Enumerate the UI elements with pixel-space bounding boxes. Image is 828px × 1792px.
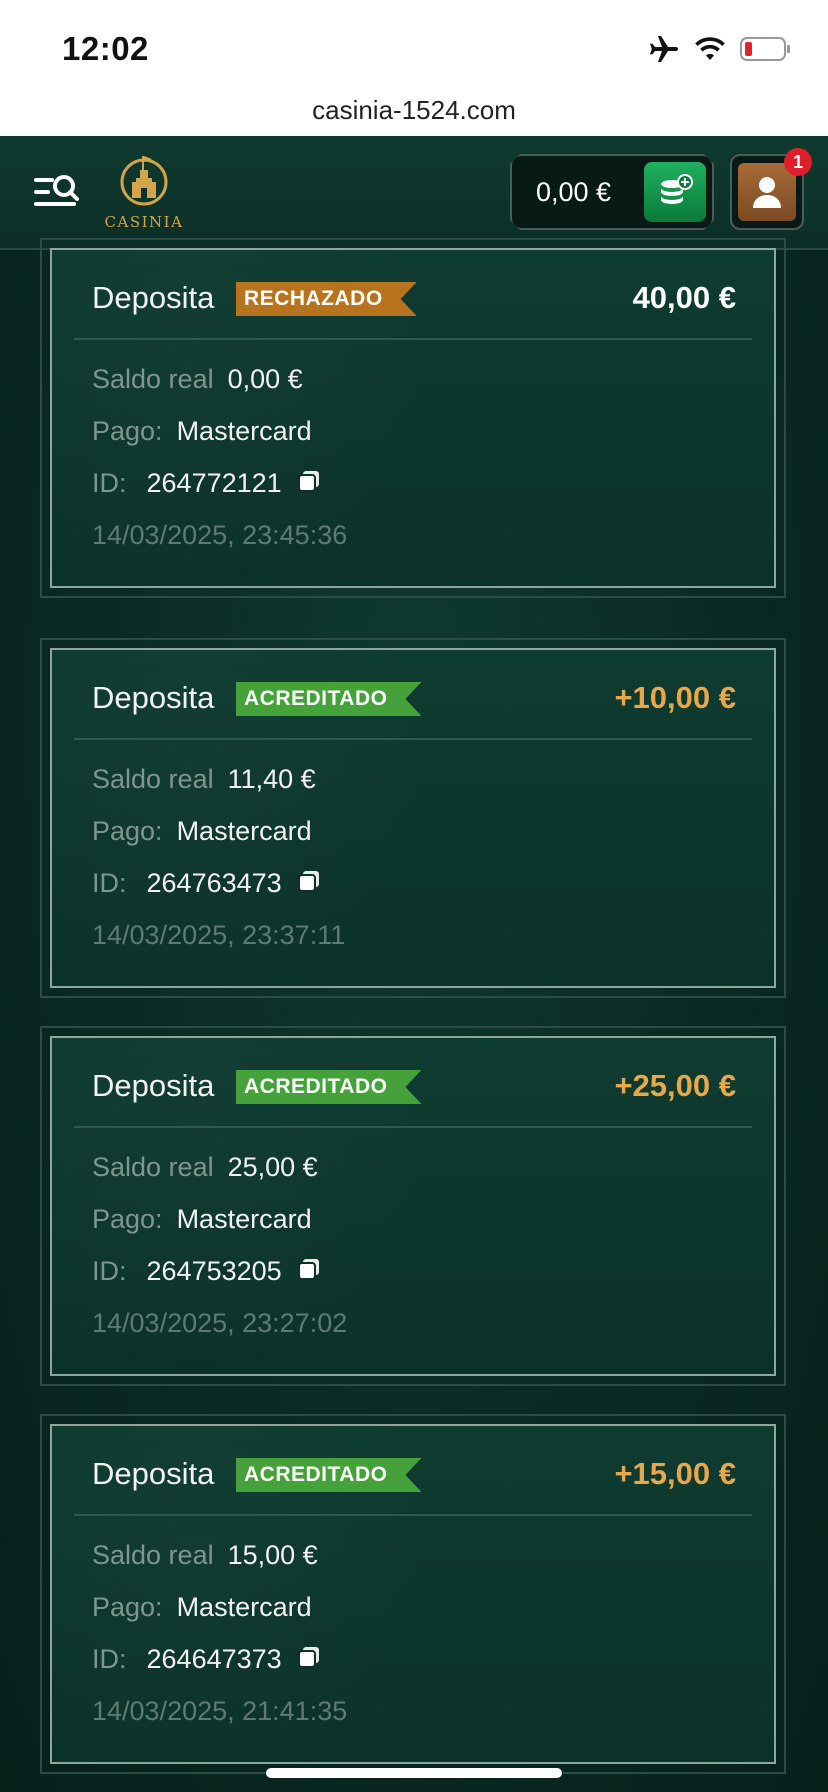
coins-plus-icon	[657, 174, 693, 210]
transaction-amount: +15,00 €	[614, 1456, 736, 1491]
logo-text: CASINIA	[104, 213, 184, 231]
payment-label: Pago:	[92, 816, 163, 846]
real-balance-label: Saldo real	[92, 1540, 214, 1570]
copy-icon[interactable]	[297, 1257, 321, 1288]
transaction-amount: 40,00 €	[632, 280, 736, 315]
id-row: ID: 264772121	[92, 468, 321, 500]
payment-row: Pago: Mastercard	[92, 816, 312, 847]
id-label: ID:	[92, 868, 127, 898]
status-icons	[648, 34, 792, 69]
status-badge: ACREDITADO	[236, 1070, 421, 1104]
address-bar[interactable]: casinia-1524.com	[0, 84, 828, 136]
payment-value: Mastercard	[176, 1204, 312, 1234]
real-balance-row: Saldo real 0,00 €	[92, 364, 303, 395]
real-balance-value: 11,40 €	[227, 764, 316, 794]
real-balance-value: 15,00 €	[227, 1540, 318, 1570]
transaction-datetime: 14/03/2025, 23:45:36	[92, 520, 348, 550]
home-indicator[interactable]	[266, 1768, 562, 1778]
real-balance-row: Saldo real 15,00 €	[92, 1540, 318, 1571]
transaction-card-inner: Deposita RECHAZADO 40,00 € Saldo real 0,0…	[50, 248, 776, 588]
payment-value: Mastercard	[176, 816, 312, 846]
casinia-logo[interactable]: CASINIA	[104, 152, 184, 236]
id-value: 264772121	[146, 468, 282, 498]
payment-row: Pago: Mastercard	[92, 1204, 312, 1235]
transaction-list: Deposita RECHAZADO 40,00 € Saldo real 0,0…	[0, 238, 828, 1792]
id-row: ID: 264753205	[92, 1256, 321, 1288]
transaction-type: Deposita	[92, 280, 215, 315]
transaction-card: Deposita ACREDITADO +10,00 € Saldo real 1…	[40, 638, 786, 998]
battery-icon	[740, 36, 792, 67]
url-text: casinia-1524.com	[312, 95, 516, 125]
divider	[74, 1514, 752, 1516]
transaction-type: Deposita	[92, 1068, 215, 1103]
status-badge: ACREDITADO	[236, 1458, 421, 1492]
wifi-icon	[694, 36, 726, 67]
id-label: ID:	[92, 1644, 127, 1674]
real-balance-value: 25,00 €	[227, 1152, 318, 1182]
copy-icon[interactable]	[297, 869, 321, 900]
payment-value: Mastercard	[176, 416, 312, 446]
status-time: 12:02	[62, 30, 149, 67]
id-label: ID:	[92, 468, 127, 498]
transaction-datetime: 14/03/2025, 21:41:35	[92, 1696, 348, 1726]
app-header: CASINIA 0,00 € 1	[0, 136, 828, 250]
transaction-card: Deposita ACREDITADO +25,00 € Saldo real 2…	[40, 1026, 786, 1386]
airplane-mode-icon	[648, 34, 680, 69]
transaction-card: Deposita ACREDITADO +15,00 € Saldo real 1…	[40, 1414, 786, 1774]
real-balance-label: Saldo real	[92, 764, 214, 794]
status-badge: RECHAZADO	[236, 282, 417, 316]
id-value: 264647373	[146, 1644, 282, 1674]
id-label: ID:	[92, 1256, 127, 1286]
divider	[74, 1126, 752, 1128]
payment-label: Pago:	[92, 1204, 163, 1234]
payment-row: Pago: Mastercard	[92, 1592, 312, 1623]
transaction-type: Deposita	[92, 680, 215, 715]
id-value: 264763473	[146, 868, 282, 898]
user-icon	[753, 177, 781, 208]
real-balance-row: Saldo real 11,40 €	[92, 764, 316, 795]
transaction-card-inner: Deposita ACREDITADO +10,00 € Saldo real 1…	[50, 648, 776, 988]
divider	[74, 738, 752, 740]
id-row: ID: 264647373	[92, 1644, 321, 1676]
real-balance-label: Saldo real	[92, 364, 214, 394]
balance-box[interactable]: 0,00 €	[510, 154, 714, 230]
copy-icon[interactable]	[297, 1645, 321, 1676]
transaction-datetime: 14/03/2025, 23:27:02	[92, 1308, 348, 1338]
transaction-amount: +25,00 €	[614, 1068, 736, 1103]
divider	[74, 338, 752, 340]
transaction-datetime: 14/03/2025, 23:37:11	[92, 920, 346, 950]
transaction-card-inner: Deposita ACREDITADO +25,00 € Saldo real 2…	[50, 1036, 776, 1376]
payment-value: Mastercard	[176, 1592, 312, 1622]
transaction-type: Deposita	[92, 1456, 215, 1491]
balance-amount: 0,00 €	[536, 177, 612, 207]
castle-logo-icon	[120, 156, 168, 206]
payment-row: Pago: Mastercard	[92, 416, 312, 447]
real-balance-row: Saldo real 25,00 €	[92, 1152, 318, 1183]
transaction-card: Deposita RECHAZADO 40,00 € Saldo real 0,0…	[40, 238, 786, 598]
transaction-card-inner: Deposita ACREDITADO +15,00 € Saldo real 1…	[50, 1424, 776, 1764]
transaction-amount: +10,00 €	[614, 680, 736, 715]
deposit-button[interactable]	[644, 162, 706, 222]
menu-search-button[interactable]	[34, 174, 80, 210]
real-balance-label: Saldo real	[92, 1152, 214, 1182]
payment-label: Pago:	[92, 1592, 163, 1622]
real-balance-value: 0,00 €	[227, 364, 303, 394]
id-row: ID: 264763473	[92, 868, 321, 900]
menu-search-icon	[34, 175, 79, 206]
id-value: 264753205	[146, 1256, 282, 1286]
copy-icon[interactable]	[297, 469, 321, 500]
status-badge: ACREDITADO	[236, 682, 421, 716]
notification-badge: 1	[784, 148, 812, 176]
payment-label: Pago:	[92, 416, 163, 446]
